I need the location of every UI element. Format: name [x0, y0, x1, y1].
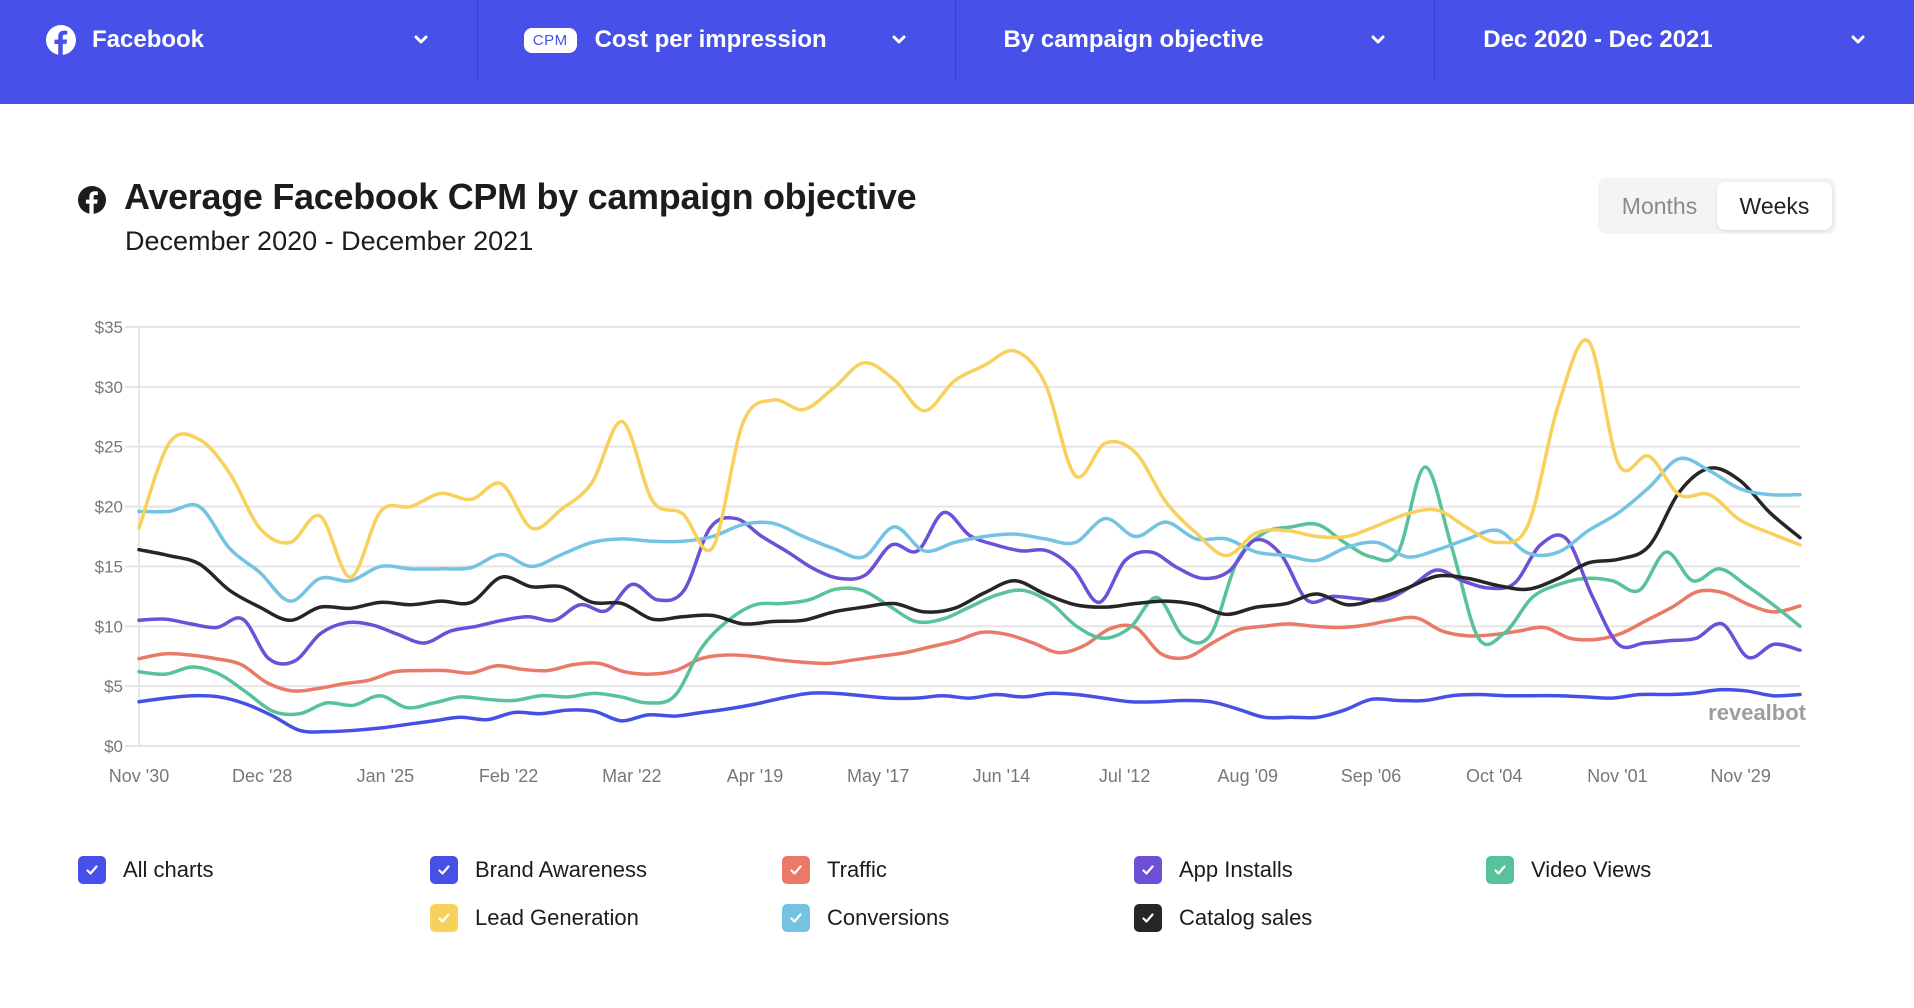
x-tick-label: Apr '19: [727, 766, 783, 786]
legend-label: Brand Awareness: [475, 857, 648, 882]
check-icon: [1494, 865, 1506, 875]
checkbox[interactable]: [430, 856, 458, 884]
x-tick-label: May '17: [847, 766, 909, 786]
check-icon: [438, 865, 450, 875]
legend-item-catalog-sales[interactable]: Catalog sales: [1134, 904, 1312, 932]
date-range-dropdown[interactable]: Dec 2020 - Dec 2021: [1434, 0, 1914, 80]
checkbox[interactable]: [782, 904, 810, 932]
y-tick-label: $10: [95, 617, 123, 636]
y-tick-label: $30: [95, 378, 123, 397]
x-tick-label: Dec '28: [232, 766, 292, 786]
x-tick-label: Jul '12: [1099, 766, 1150, 786]
legend-item-app-installs[interactable]: App Installs: [1134, 856, 1293, 884]
metric-badge: CPM: [523, 27, 577, 53]
y-tick-label: $5: [104, 677, 123, 696]
x-tick-label: Mar '22: [602, 766, 661, 786]
legend-item-lead-generation[interactable]: Lead Generation: [430, 904, 639, 932]
y-tick-label: $20: [95, 498, 123, 517]
toggle-months[interactable]: Months: [1602, 182, 1717, 230]
legend-label: App Installs: [1179, 857, 1293, 882]
watermark: revealbot: [1708, 700, 1806, 725]
chevron-down-icon: [1851, 35, 1865, 44]
x-axis-ticks: Nov '30 Dec '28 Jan '25 Feb '22 Mar '22 Apr '…: [109, 766, 1771, 786]
chart-title: Average Facebook CPM by campaign objecti…: [124, 176, 917, 217]
x-tick-label: Nov '29: [1710, 766, 1770, 786]
check-icon: [790, 913, 802, 923]
toggle-weeks[interactable]: Weeks: [1717, 182, 1832, 230]
legend-item-conversions[interactable]: Conversions: [782, 904, 949, 932]
chart-subtitle: December 2020 - December 2021: [125, 226, 534, 256]
legend-item-brand-awareness[interactable]: Brand Awareness: [430, 856, 647, 884]
legend-all-charts[interactable]: All charts: [78, 856, 213, 884]
checkbox[interactable]: [1134, 856, 1162, 884]
x-tick-label: Oct '04: [1466, 766, 1522, 786]
date-range-label: Dec 2020 - Dec 2021: [1483, 26, 1713, 53]
x-tick-label: Jan '25: [357, 766, 414, 786]
breakdown-label: By campaign objective: [1003, 26, 1264, 53]
legend-label: Lead Generation: [475, 905, 639, 930]
legend-label: Video Views: [1531, 857, 1652, 882]
checkbox[interactable]: [1486, 856, 1514, 884]
y-axis-ticks: $0 $5 $10 $15 $20 $25 $30 $35: [95, 318, 123, 756]
granularity-toggle: Months Weeks: [1598, 178, 1836, 234]
checkbox[interactable]: [430, 904, 458, 932]
y-tick-label: $15: [95, 557, 123, 576]
x-tick-label: Nov '30: [109, 766, 169, 786]
check-icon: [86, 865, 98, 875]
facebook-icon: [46, 25, 76, 55]
chevron-down-icon: [892, 35, 905, 44]
legend-label: Traffic: [827, 857, 887, 882]
series-line-brand-awareness: [137, 687, 1802, 734]
check-icon: [1142, 865, 1154, 875]
series-lines: [137, 338, 1802, 734]
line-chart: $0 $5 $10 $15 $20 $25 $30 $35 Nov '30 Dec '28 Jan…: [95, 318, 1807, 786]
checkbox[interactable]: [1134, 904, 1162, 932]
series-line-catalog-sales: [137, 466, 1802, 626]
legend-label: All charts: [123, 857, 214, 882]
filter-bar: Facebook CPM Cost per impression By camp…: [0, 0, 1914, 104]
y-tick-label: $35: [95, 318, 123, 337]
chevron-down-icon: [414, 35, 428, 44]
check-icon: [1142, 913, 1154, 923]
metric-dropdown[interactable]: CPM Cost per impression: [476, 0, 955, 80]
check-icon: [790, 865, 802, 875]
series-line-video-views: [137, 465, 1802, 717]
legend-item-traffic[interactable]: Traffic: [782, 856, 887, 884]
x-tick-label: Sep '06: [1341, 766, 1402, 786]
metric-label: Cost per impression: [594, 26, 827, 53]
legend-item-video-views[interactable]: Video Views: [1486, 856, 1651, 884]
x-tick-label: Feb '22: [479, 766, 538, 786]
chevron-down-icon: [1371, 35, 1385, 44]
x-tick-label: Jun '14: [973, 766, 1030, 786]
legend-label: Catalog sales: [1179, 905, 1313, 930]
x-tick-label: Nov '01: [1587, 766, 1647, 786]
breakdown-dropdown[interactable]: By campaign objective: [954, 0, 1435, 80]
checkbox[interactable]: [78, 856, 106, 884]
y-tick-label: $0: [104, 737, 123, 756]
platform-dropdown[interactable]: Facebook: [0, 0, 477, 80]
y-tick-label: $25: [95, 438, 123, 457]
platform-label: Facebook: [92, 26, 205, 53]
series-line-conversions: [137, 456, 1802, 603]
facebook-icon: [78, 186, 106, 214]
check-icon: [438, 913, 450, 923]
series-line-lead-generation: [137, 338, 1802, 579]
chart-header: Average Facebook CPM by campaign objecti…: [78, 176, 917, 218]
legend-label: Conversions: [827, 905, 950, 930]
x-tick-label: Aug '09: [1218, 766, 1279, 786]
checkbox[interactable]: [782, 856, 810, 884]
